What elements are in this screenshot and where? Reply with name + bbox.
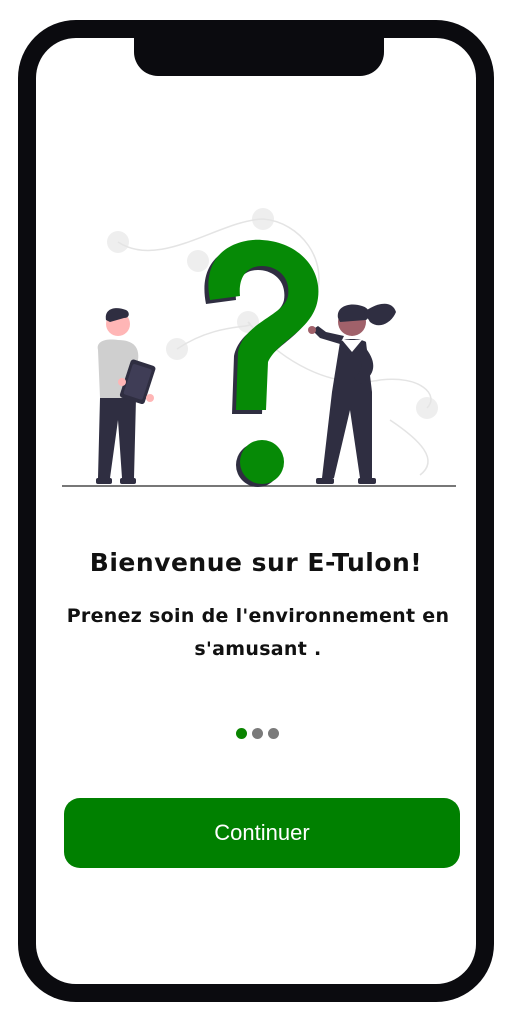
- page-dot-3[interactable]: [267, 728, 279, 739]
- woman-pointing-icon: [308, 303, 396, 484]
- page-dot-1-active[interactable]: [235, 728, 247, 739]
- page-dot-2[interactable]: [251, 728, 263, 739]
- welcome-title: Bienvenue sur E-Tulon!: [89, 548, 423, 577]
- question-mark-icon: [204, 239, 319, 487]
- onboarding-illustration: [62, 208, 456, 487]
- page-indicator: [0, 728, 514, 739]
- person-with-tablet-icon: [96, 308, 156, 484]
- welcome-subtitle: Prenez soin de l'environnement en s'amus…: [66, 605, 450, 660]
- continue-button[interactable]: Continuer: [64, 798, 460, 868]
